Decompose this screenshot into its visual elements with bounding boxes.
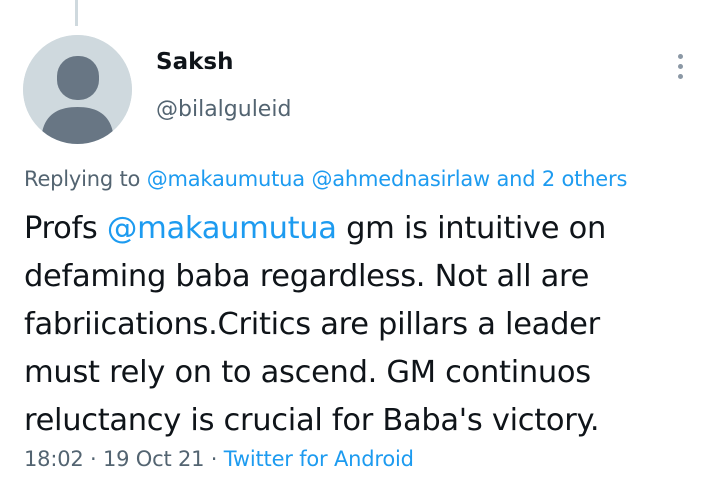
tweet-time[interactable]: 18:02 <box>24 447 84 471</box>
tweet-text-line: must rely on to ascend. GM continuos <box>24 355 591 390</box>
author-handle[interactable]: @bilalguleid <box>156 97 291 122</box>
more-options-icon[interactable] <box>664 46 696 86</box>
tweet-text-line: reluctancy is crucial for Baba's victory… <box>24 403 600 438</box>
thread-connector-line <box>75 0 78 26</box>
tweet-date[interactable]: 19 Oct 21 <box>103 447 205 471</box>
author-display-name[interactable]: Saksh <box>156 49 233 75</box>
more-options-dot <box>677 53 683 59</box>
replying-to-line: Replying to @makaumutua @ahmednasirlaw a… <box>24 167 627 191</box>
reply-mention-link[interactable]: @makaumutua <box>147 167 305 191</box>
tweet-text: Profs @makaumutua gm is intuitive on def… <box>24 205 704 445</box>
tweet-text-line: Profs @makaumutua gm is intuitive on <box>24 205 704 253</box>
default-avatar-icon <box>23 35 132 144</box>
reply-others-link[interactable]: and 2 others <box>497 167 628 191</box>
meta-separator: · <box>210 447 218 471</box>
tweet-text-segment: Profs <box>24 211 107 246</box>
more-options-dot <box>677 63 683 69</box>
avatar[interactable] <box>23 35 132 144</box>
tweet-mention-link[interactable]: @makaumutua <box>107 211 337 246</box>
meta-separator: · <box>90 447 97 471</box>
more-options-dot <box>677 73 683 79</box>
tweet-card: Saksh @bilalguleid Replying to @makaumut… <box>0 0 720 491</box>
tweet-source-link[interactable]: Twitter for Android <box>224 447 414 471</box>
tweet-text-segment: gm is intuitive on <box>336 211 607 246</box>
replying-to-label: Replying to <box>24 167 141 191</box>
tweet-text-line: fabriications.Critics are pillars a lead… <box>24 307 600 342</box>
reply-mention-link[interactable]: @ahmednasirlaw <box>311 167 490 191</box>
tweet-text-line: defaming baba regardless. Not all are <box>24 259 590 294</box>
tweet-metadata: 18:02 · 19 Oct 21 · Twitter for Android <box>24 447 414 471</box>
